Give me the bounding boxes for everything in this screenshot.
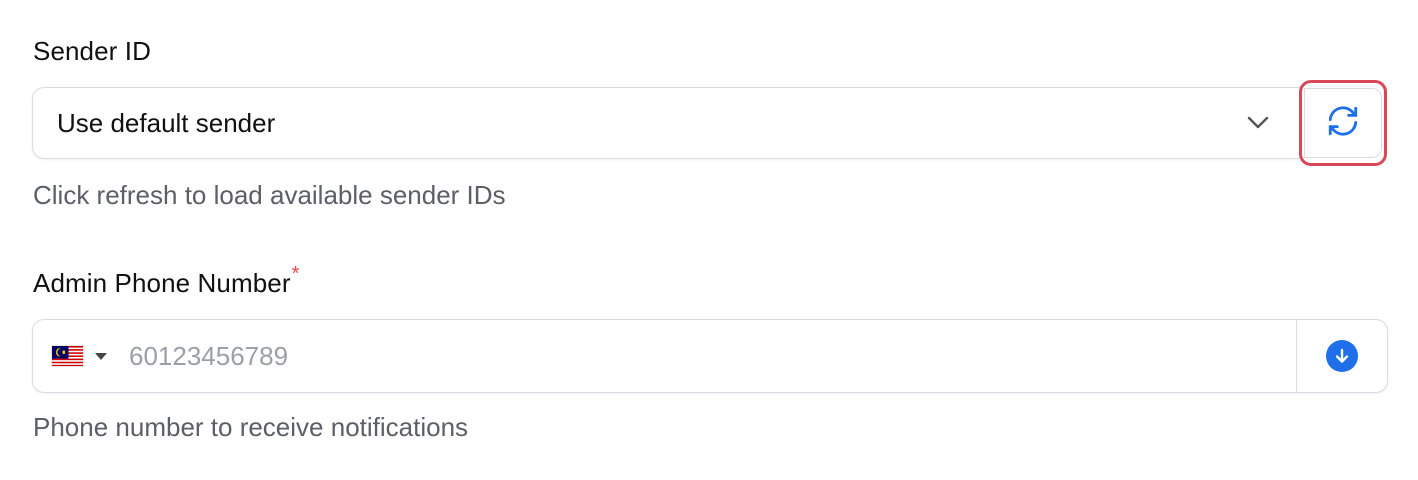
sender-id-select[interactable]: Use default sender [32,87,1300,159]
phone-action-button[interactable] [1296,320,1387,392]
admin-phone-field [32,319,1388,393]
admin-phone-label: Admin Phone Number* [33,263,300,299]
sender-id-selected-value: Use default sender [57,107,276,138]
chevron-down-icon [1244,109,1272,137]
refresh-icon [1326,104,1360,143]
caret-down-icon [95,352,107,360]
required-marker: * [291,263,300,285]
malaysia-flag-icon [51,345,84,367]
refresh-sender-button[interactable] [1304,88,1382,158]
arrow-down-circle-icon [1326,340,1358,372]
admin-phone-help-text: Phone number to receive notifications [33,412,469,442]
country-code-select[interactable] [51,345,107,367]
sender-id-help-text: Click refresh to load available sender I… [33,180,506,210]
sender-id-label: Sender ID [33,36,151,66]
refresh-highlight [1299,80,1387,166]
admin-phone-label-text: Admin Phone Number [33,268,291,298]
admin-phone-input[interactable] [127,339,1211,373]
